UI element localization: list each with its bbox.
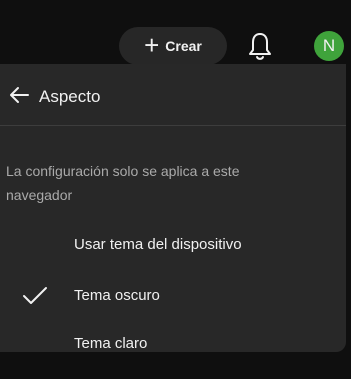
option-light-theme[interactable]: Tema claro xyxy=(0,320,346,368)
option-device-theme[interactable]: Usar tema del dispositivo xyxy=(0,221,346,269)
create-button-label: Crear xyxy=(165,38,202,54)
plus-icon: + xyxy=(144,30,160,60)
divider xyxy=(0,125,346,126)
avatar[interactable]: N xyxy=(314,31,344,61)
option-dark-theme[interactable]: Tema oscuro xyxy=(0,272,346,320)
option-label: Tema claro xyxy=(74,335,148,352)
option-label: Tema oscuro xyxy=(74,287,160,304)
avatar-letter: N xyxy=(322,36,336,55)
menu-header: Aspecto xyxy=(0,64,346,122)
description-text: La configuración solo se aplica a este n… xyxy=(6,163,240,203)
check-icon xyxy=(23,287,47,304)
menu-title: Aspecto xyxy=(39,87,101,106)
top-bar: + Crear N xyxy=(0,0,351,65)
bell-icon[interactable] xyxy=(247,31,273,61)
create-button[interactable]: + Crear xyxy=(119,27,227,65)
option-label: Usar tema del dispositivo xyxy=(74,236,242,253)
appearance-menu: Aspecto La configuración solo se aplica … xyxy=(0,64,346,352)
arrow-left-icon[interactable] xyxy=(8,86,30,104)
